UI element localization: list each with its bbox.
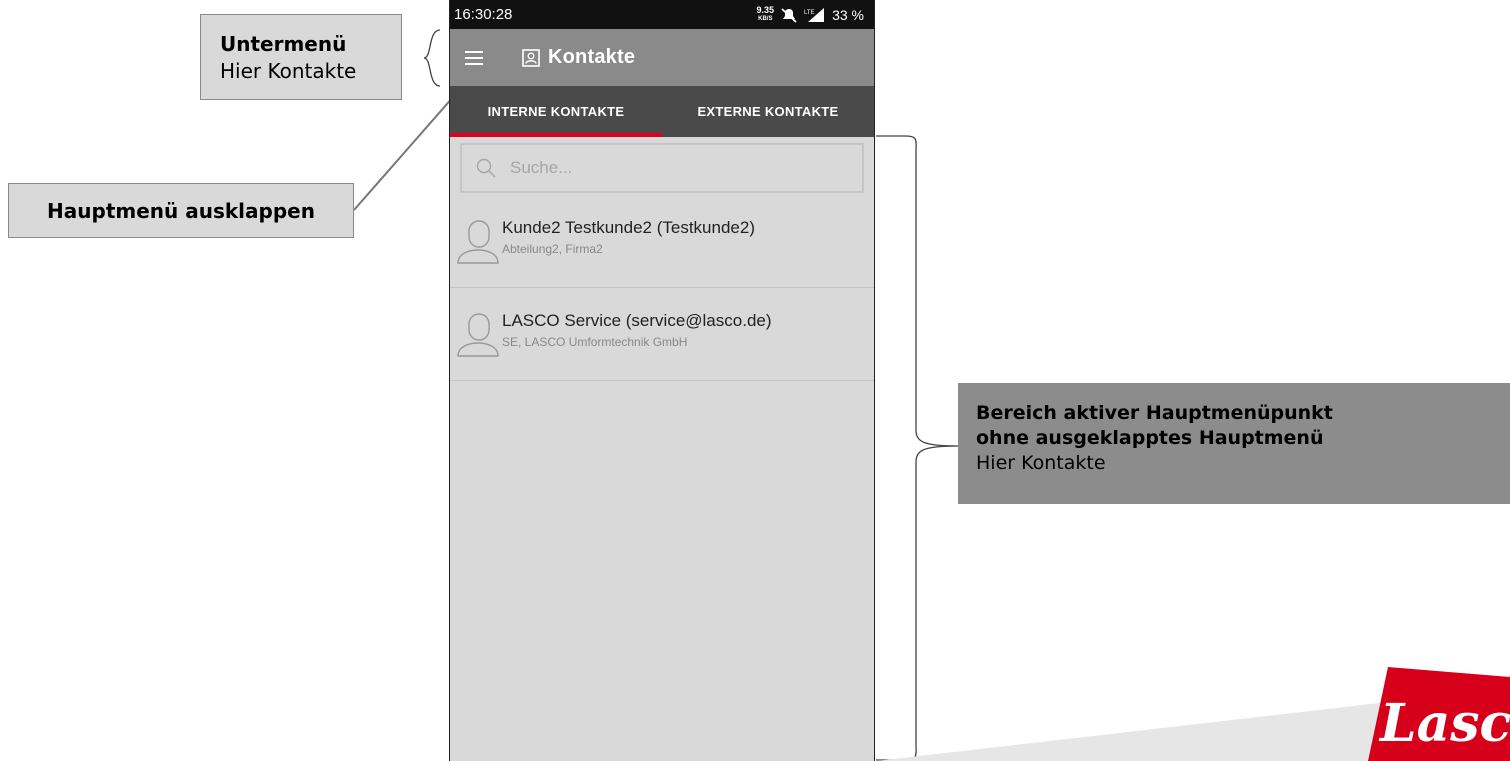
search-input[interactable] <box>508 157 812 179</box>
contact-book-icon <box>522 48 540 67</box>
contact-list-item[interactable]: Kunde2 Testkunde2 (Testkunde2) Abteilung… <box>450 195 874 288</box>
annotation-area-line3: Hier Kontakte <box>976 452 1106 474</box>
app-bar: Kontakte <box>450 29 874 86</box>
user-avatar-icon <box>457 220 499 264</box>
contact-detail: SE, LASCO Umformtechnik GmbH <box>502 335 688 349</box>
annotation-mainmenu: Hauptmenü ausklappen <box>8 183 354 238</box>
tab-externe-kontakte[interactable]: EXTERNE KONTAKTE <box>662 86 874 137</box>
lasco-logo-text: Lasco <box>1378 693 1510 754</box>
phone-screen: 16:30:28 9.35 KB/S LTE 33 % Kontakte INT… <box>449 0 875 761</box>
svg-text:LTE: LTE <box>804 10 815 16</box>
signal-lte-icon: LTE <box>804 7 825 22</box>
network-speed-value: 9.35 <box>756 4 775 15</box>
user-avatar-icon <box>457 313 499 357</box>
hamburger-icon <box>465 50 483 65</box>
search-icon <box>476 158 496 178</box>
tab-interne-kontakte[interactable]: INTERNE KONTAKTE <box>450 86 662 137</box>
tab-bar: INTERNE KONTAKTE EXTERNE KONTAKTE <box>450 86 874 137</box>
contact-detail: Abteilung2, Firma2 <box>502 242 603 256</box>
annotation-submenu-title: Untermenü <box>220 32 347 56</box>
contact-list-item[interactable]: LASCO Service (service@lasco.de) SE, LAS… <box>450 288 874 381</box>
annotation-submenu-subtitle: Hier Kontakte <box>220 59 357 83</box>
network-speed-unit: KB/S <box>758 15 773 22</box>
network-speed: 9.35 KB/S <box>756 4 775 24</box>
search-box[interactable] <box>460 143 864 193</box>
annotation-submenu: Untermenü Hier Kontakte <box>200 14 402 100</box>
status-icons: 9.35 KB/S LTE 33 % <box>756 4 864 24</box>
status-bar: 16:30:28 9.35 KB/S LTE 33 % <box>450 0 874 29</box>
contact-name: LASCO Service (service@lasco.de) <box>502 311 772 330</box>
contact-text: LASCO Service (service@lasco.de) SE, LAS… <box>502 311 772 349</box>
status-time: 16:30:28 <box>454 6 513 23</box>
annotation-area-line2: ohne ausgeklapptes Hauptmenü <box>976 427 1324 449</box>
bell-muted-icon <box>781 7 797 23</box>
annotation-area-line1: Bereich aktiver Hauptmenüpunkt <box>976 402 1333 424</box>
app-title-group: Kontakte <box>522 46 635 69</box>
annotation-content-area: Bereich aktiver Hauptmenüpunkt ohne ausg… <box>958 383 1510 504</box>
contact-name: Kunde2 Testkunde2 (Testkunde2) <box>502 218 755 237</box>
battery-level: 33 % <box>832 6 864 23</box>
hamburger-menu-button[interactable] <box>450 29 500 86</box>
contact-text: Kunde2 Testkunde2 (Testkunde2) Abteilung… <box>502 218 755 256</box>
lasco-logo: Lasco <box>1368 667 1510 761</box>
page-title: Kontakte <box>548 46 636 68</box>
